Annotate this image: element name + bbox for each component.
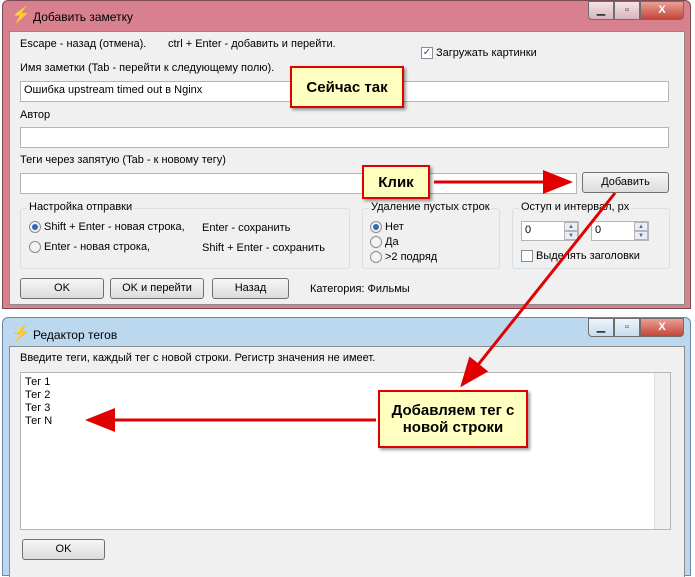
arrow-to-tag-editor xyxy=(460,192,617,388)
callout-now: Сейчас так xyxy=(290,66,404,108)
callout-add-tag: Добавляем тег с новой строки xyxy=(378,390,528,448)
callout-click: Клик xyxy=(362,165,430,199)
